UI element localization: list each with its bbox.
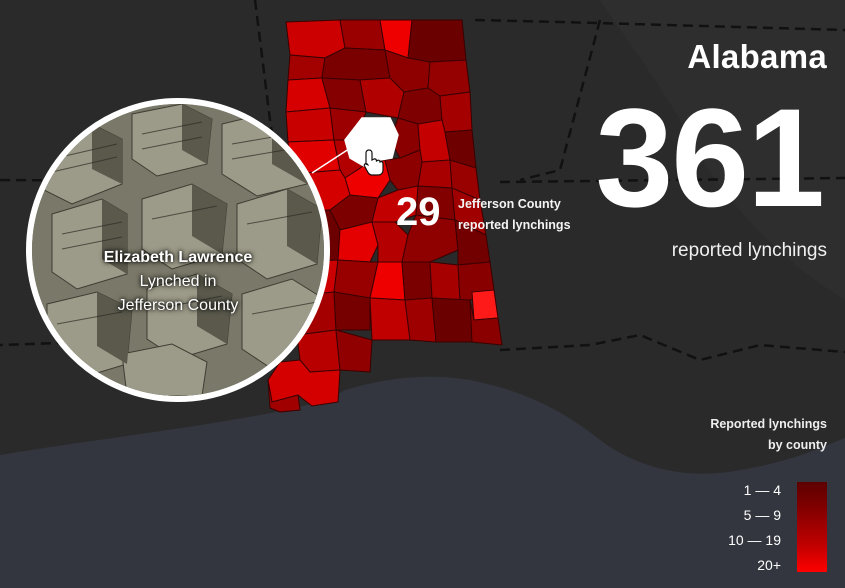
victim-line1: Lynched in <box>139 273 217 290</box>
county[interactable] <box>397 87 443 125</box>
legend-title-line2: by county <box>767 438 827 452</box>
victim-name: Elizabeth Lawrence <box>103 249 253 266</box>
state-total-label: reported lynchings <box>671 240 827 261</box>
county[interactable] <box>404 297 437 343</box>
county[interactable] <box>417 159 453 189</box>
legend-title: Reported lynchings by county <box>710 414 827 456</box>
legend-bin-3: 10 — 19 <box>728 532 781 548</box>
legend-bin-2: 5 — 9 <box>743 507 781 523</box>
victim-line2: Jefferson County <box>117 297 239 314</box>
victim-caption: Elizabeth Lawrence Lynched in Jefferson … <box>32 246 324 318</box>
legend-bin-4: 20+ <box>757 557 781 573</box>
county-name: Jefferson County <box>458 197 561 211</box>
county[interactable] <box>431 297 473 343</box>
victim-photo-inset: Elizabeth Lawrence Lynched in Jefferson … <box>26 98 330 402</box>
state-title: Alabama <box>687 38 827 75</box>
state-total-count: 361 <box>595 79 825 236</box>
county[interactable] <box>333 291 371 331</box>
county[interactable] <box>407 19 467 63</box>
county[interactable] <box>335 329 373 373</box>
legend-color-scale <box>797 482 827 572</box>
county[interactable] <box>439 91 473 133</box>
county[interactable] <box>369 297 411 341</box>
county[interactable] <box>287 54 326 81</box>
county[interactable] <box>339 19 386 51</box>
county-count: 29 <box>396 190 441 234</box>
legend-bin-1: 1 — 4 <box>743 482 781 498</box>
county[interactable] <box>471 289 499 321</box>
gulf-of-mexico <box>0 376 845 588</box>
county[interactable] <box>401 261 433 301</box>
county[interactable] <box>429 261 461 301</box>
county[interactable] <box>427 59 471 97</box>
county-sublabel: reported lynchings <box>458 218 571 232</box>
county-label: Jefferson County reported lynchings <box>458 194 571 236</box>
legend-title-line1: Reported lynchings <box>710 417 827 431</box>
